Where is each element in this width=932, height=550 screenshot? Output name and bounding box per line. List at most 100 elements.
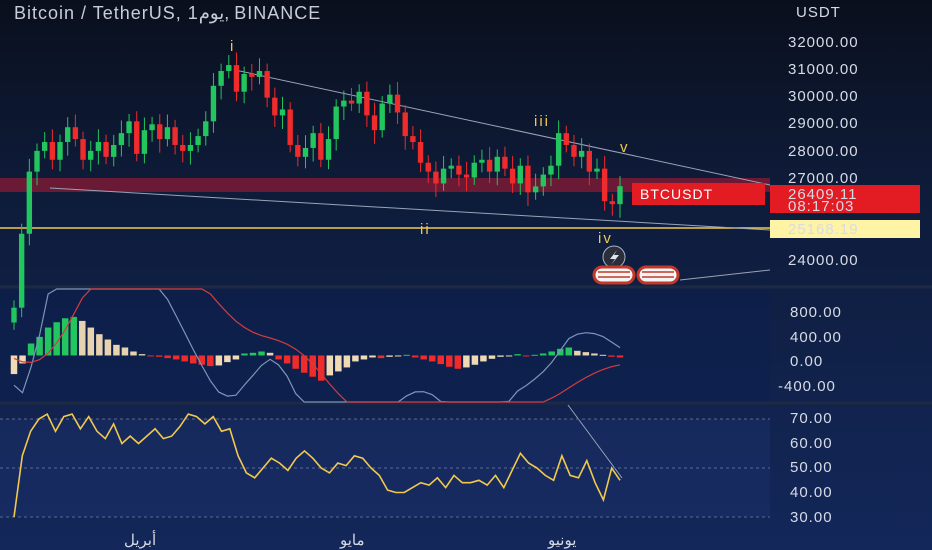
candle[interactable] bbox=[379, 103, 385, 131]
macd-bar[interactable] bbox=[232, 355, 240, 360]
candle[interactable] bbox=[241, 73, 247, 92]
candle[interactable] bbox=[586, 150, 593, 172]
candle[interactable] bbox=[118, 133, 125, 145]
candle[interactable] bbox=[88, 150, 94, 160]
candle[interactable] bbox=[149, 124, 155, 131]
macd-axis[interactable]: 800.00 400.00 0.00 -400.00 bbox=[778, 304, 842, 395]
candle[interactable] bbox=[41, 142, 48, 151]
macd-bar[interactable] bbox=[258, 351, 265, 356]
candle[interactable] bbox=[433, 171, 439, 184]
candle[interactable] bbox=[578, 150, 585, 157]
macd-bar[interactable] bbox=[181, 355, 188, 362]
macd-bar[interactable] bbox=[539, 353, 547, 356]
candle[interactable] bbox=[548, 165, 554, 175]
candle[interactable] bbox=[203, 121, 209, 137]
candle[interactable] bbox=[371, 115, 378, 131]
candle[interactable] bbox=[440, 168, 447, 184]
candle[interactable] bbox=[532, 186, 539, 193]
macd-bar[interactable] bbox=[591, 353, 598, 356]
macd-bar[interactable] bbox=[79, 320, 86, 356]
macd-bar[interactable] bbox=[292, 355, 299, 369]
macd-bar[interactable] bbox=[224, 355, 231, 363]
candle[interactable] bbox=[341, 100, 347, 107]
candle[interactable] bbox=[11, 307, 17, 323]
macd-bar[interactable] bbox=[87, 327, 95, 356]
candle[interactable] bbox=[617, 186, 623, 205]
macd-bar[interactable] bbox=[411, 355, 419, 358]
macd-bar[interactable] bbox=[96, 334, 103, 356]
macd-bar[interactable] bbox=[215, 355, 223, 366]
candle[interactable] bbox=[601, 168, 608, 202]
candle[interactable] bbox=[195, 136, 201, 145]
candle[interactable] bbox=[394, 94, 401, 113]
macd-bar[interactable] bbox=[531, 354, 538, 356]
candle[interactable] bbox=[57, 142, 63, 160]
macd-bar[interactable] bbox=[394, 355, 402, 357]
candle[interactable] bbox=[609, 201, 616, 205]
candle[interactable] bbox=[126, 121, 132, 134]
candle[interactable] bbox=[410, 136, 416, 143]
candle[interactable] bbox=[555, 133, 562, 166]
candle[interactable] bbox=[479, 159, 485, 163]
macd-bar[interactable] bbox=[463, 355, 470, 368]
macd-bar[interactable] bbox=[207, 355, 214, 367]
candle[interactable] bbox=[463, 174, 470, 178]
candle[interactable] bbox=[494, 156, 500, 172]
candle[interactable] bbox=[456, 165, 462, 175]
candle[interactable] bbox=[34, 150, 40, 172]
macd-bar[interactable] bbox=[147, 355, 154, 357]
candle[interactable] bbox=[279, 109, 286, 116]
candle[interactable] bbox=[594, 168, 600, 172]
macd-bar[interactable] bbox=[548, 351, 555, 356]
macd-bar[interactable] bbox=[420, 355, 427, 360]
macd-bar[interactable] bbox=[377, 355, 385, 359]
macd-bar[interactable] bbox=[582, 352, 590, 356]
candle[interactable] bbox=[249, 73, 255, 77]
macd-bar[interactable] bbox=[454, 355, 462, 369]
macd-bar[interactable] bbox=[428, 355, 436, 362]
candle[interactable] bbox=[348, 100, 355, 104]
macd-bar[interactable] bbox=[275, 355, 282, 360]
macd-bar[interactable] bbox=[10, 355, 18, 375]
candle[interactable] bbox=[387, 94, 393, 104]
candle[interactable] bbox=[141, 130, 148, 154]
macd-bar[interactable] bbox=[471, 355, 479, 365]
candle[interactable] bbox=[49, 142, 56, 160]
macd-bar[interactable] bbox=[505, 355, 513, 357]
macd-bar[interactable] bbox=[565, 347, 573, 356]
candle[interactable] bbox=[525, 165, 531, 193]
candle[interactable] bbox=[157, 124, 163, 140]
candle[interactable] bbox=[172, 127, 178, 145]
chart-window[interactable]: USDT 32000.00 31000.00 30000.00 29000.00… bbox=[0, 0, 932, 550]
macd-bar[interactable] bbox=[138, 354, 146, 356]
us-flag-icon[interactable] bbox=[592, 265, 636, 285]
macd-bar[interactable] bbox=[61, 318, 69, 356]
candle[interactable] bbox=[287, 109, 293, 145]
candle[interactable] bbox=[272, 97, 278, 116]
candle[interactable] bbox=[164, 127, 171, 140]
candle[interactable] bbox=[218, 71, 224, 86]
macd-bar[interactable] bbox=[599, 354, 607, 356]
candle[interactable] bbox=[471, 162, 477, 178]
candle[interactable] bbox=[134, 121, 140, 154]
candle[interactable] bbox=[264, 71, 270, 98]
macd-bar[interactable] bbox=[360, 355, 368, 360]
candle[interactable] bbox=[333, 106, 339, 140]
candle[interactable] bbox=[364, 91, 370, 116]
macd-bar[interactable] bbox=[386, 355, 393, 357]
candle[interactable] bbox=[65, 127, 71, 143]
macd-bar[interactable] bbox=[497, 355, 504, 357]
macd-bar[interactable] bbox=[155, 355, 163, 357]
candle[interactable] bbox=[325, 139, 332, 160]
candle[interactable] bbox=[448, 165, 454, 169]
us-flag-icon[interactable] bbox=[636, 265, 680, 285]
macd-bar[interactable] bbox=[241, 353, 248, 356]
macd-bar[interactable] bbox=[70, 316, 77, 356]
candle[interactable] bbox=[502, 156, 508, 169]
macd-bar[interactable] bbox=[326, 355, 334, 376]
candle[interactable] bbox=[310, 133, 316, 148]
candle[interactable] bbox=[486, 159, 493, 172]
macd-bar[interactable] bbox=[104, 339, 112, 356]
macd-bar[interactable] bbox=[113, 344, 120, 356]
candle[interactable] bbox=[295, 144, 301, 157]
